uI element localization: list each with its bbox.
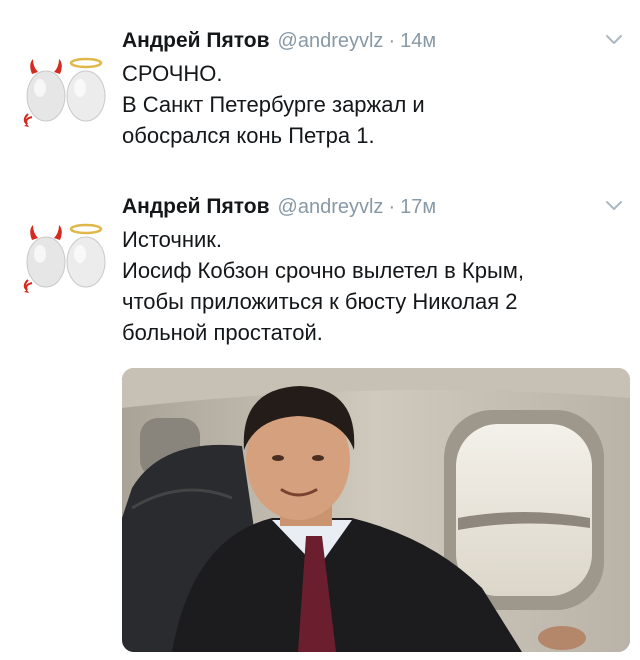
avatar[interactable] xyxy=(18,202,114,298)
timestamp[interactable]: 14м xyxy=(400,26,436,56)
tweet-header: Андрей Пятов @andreyvlz · 17м xyxy=(122,192,592,222)
tweet-text-line: Источник. xyxy=(122,227,223,252)
tweet-text-line: Иосиф Кобзон срочно вылетел в Крым, xyxy=(122,258,525,283)
user-handle[interactable]: @andreyvlz xyxy=(278,192,384,222)
devil-and-angel-eggs-icon xyxy=(23,57,106,127)
tweet-photo[interactable] xyxy=(122,368,630,652)
tweet[interactable]: Андрей Пятов @andreyvlz · 17м Источник. … xyxy=(0,180,640,660)
chevron-down-icon xyxy=(606,35,622,44)
tweet-text-line: В Санкт Петербурге заржал и xyxy=(122,92,425,117)
tweet[interactable]: Андрей Пятов @andreyvlz · 14м СРОЧНО. В … xyxy=(0,14,640,174)
display-name[interactable]: Андрей Пятов xyxy=(122,26,270,56)
tweet-body: Андрей Пятов @andreyvlz · 14м СРОЧНО. В … xyxy=(122,26,592,151)
devil-and-angel-eggs-icon xyxy=(23,223,106,293)
tweet-header: Андрей Пятов @andreyvlz · 14м xyxy=(122,26,592,56)
tweet-text-line: обосрался конь Петра 1. xyxy=(122,123,375,148)
separator: · xyxy=(388,196,396,218)
tweet-text: Источник. Иосиф Кобзон срочно вылетел в … xyxy=(122,224,592,348)
tweet-text-line: СРОЧНО. xyxy=(122,61,223,86)
tweet-menu-button[interactable] xyxy=(604,198,624,212)
tweet-text-line: чтобы приложиться к бюсту Николая 2 xyxy=(122,289,518,314)
chevron-down-icon xyxy=(606,201,622,210)
tweet-menu-button[interactable] xyxy=(604,32,624,46)
tweet-text: СРОЧНО. В Санкт Петербурге заржал и обос… xyxy=(122,58,592,151)
display-name[interactable]: Андрей Пятов xyxy=(122,192,270,222)
airplane-passenger-photo xyxy=(122,368,630,652)
separator: · xyxy=(388,30,396,52)
tweet-text-line: больной простатой. xyxy=(122,320,323,345)
timestamp[interactable]: 17м xyxy=(400,192,436,222)
tweet-body: Андрей Пятов @andreyvlz · 17м Источник. … xyxy=(122,192,592,348)
user-handle[interactable]: @andreyvlz xyxy=(278,26,384,56)
avatar[interactable] xyxy=(18,36,114,132)
